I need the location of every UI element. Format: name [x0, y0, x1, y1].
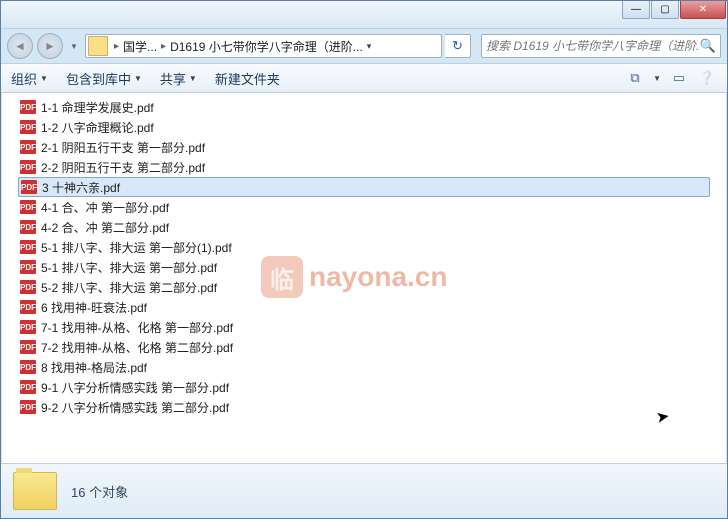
pdf-icon: PDF — [20, 340, 36, 354]
chevron-down-icon: ▼ — [189, 74, 197, 83]
list-item[interactable]: PDF 4-1 合、冲 第一部分.pdf — [18, 197, 710, 217]
organize-button[interactable]: 组织▼ — [11, 69, 48, 88]
pdf-icon: PDF — [20, 360, 36, 374]
list-item[interactable]: PDF 2-2 阴阳五行干支 第二部分.pdf — [18, 157, 710, 177]
list-item[interactable]: PDF 5-1 排八字、排大运 第一部分.pdf — [18, 257, 710, 277]
status-bar: 16 个对象 — [1, 463, 727, 518]
folder-icon — [13, 472, 57, 510]
new-folder-button[interactable]: 新建文件夹 — [215, 69, 280, 88]
pdf-icon: PDF — [20, 260, 36, 274]
pdf-icon: PDF — [20, 320, 36, 334]
pdf-icon: PDF — [20, 400, 36, 414]
nav-bar: ◄ ► ▼ ▸ 国学... ▸ D1619 小七带你学八字命理（进阶... ▾ … — [1, 29, 727, 63]
pdf-icon: PDF — [20, 300, 36, 314]
file-name: 7-2 找用神-从格、化格 第二部分.pdf — [41, 339, 233, 356]
pdf-icon: PDF — [20, 120, 36, 134]
help-button[interactable]: ❔ — [697, 68, 717, 88]
preview-pane-button[interactable]: ▭ — [669, 68, 689, 88]
status-count: 16 个对象 — [71, 482, 128, 501]
maximize-button[interactable]: ▢ — [651, 1, 679, 19]
share-button[interactable]: 共享▼ — [160, 69, 197, 88]
search-icon: 🔍 — [700, 38, 716, 54]
search-box[interactable]: 🔍 — [481, 34, 721, 58]
list-item[interactable]: PDF 1-1 命理学发展史.pdf — [18, 97, 710, 117]
list-item[interactable]: PDF 7-1 找用神-从格、化格 第一部分.pdf — [18, 317, 710, 337]
breadcrumb-sep-icon[interactable]: ▸ — [157, 41, 170, 52]
nav-history-dropdown[interactable]: ▼ — [67, 42, 81, 51]
chevron-down-icon[interactable]: ▼ — [653, 74, 661, 83]
minimize-button[interactable]: — — [622, 1, 650, 19]
pdf-icon: PDF — [20, 140, 36, 154]
breadcrumb-dropdown-icon[interactable]: ▾ — [363, 41, 376, 52]
refresh-button[interactable]: ↻ — [445, 34, 471, 58]
file-name: 5-1 排八字、排大运 第一部分(1).pdf — [41, 239, 232, 256]
folder-icon — [88, 36, 108, 56]
pdf-icon: PDF — [20, 280, 36, 294]
pdf-icon: PDF — [20, 380, 36, 394]
list-item[interactable]: PDF 9-2 八字分析情感实践 第二部分.pdf — [18, 397, 710, 417]
file-name: 2-1 阴阳五行干支 第一部分.pdf — [41, 139, 205, 156]
file-name: 4-2 合、冲 第二部分.pdf — [41, 219, 169, 236]
include-library-button[interactable]: 包含到库中▼ — [66, 69, 142, 88]
file-name: 1-2 八字命理概论.pdf — [41, 119, 154, 136]
back-button[interactable]: ◄ — [7, 33, 33, 59]
file-name: 8 找用神-格局法.pdf — [41, 359, 147, 376]
close-button[interactable]: ✕ — [680, 1, 726, 19]
toolbar: 组织▼ 包含到库中▼ 共享▼ 新建文件夹 ⧉ ▼ ▭ ❔ — [1, 63, 727, 93]
list-item[interactable]: PDF 4-2 合、冲 第二部分.pdf — [18, 217, 710, 237]
list-item[interactable]: PDF 5-2 排八字、排大运 第二部分.pdf — [18, 277, 710, 297]
file-name: 4-1 合、冲 第一部分.pdf — [41, 199, 169, 216]
pdf-icon: PDF — [20, 240, 36, 254]
chevron-down-icon: ▼ — [40, 74, 48, 83]
list-item[interactable]: PDF 8 找用神-格局法.pdf — [18, 357, 710, 377]
file-name: 6 找用神-旺衰法.pdf — [41, 299, 147, 316]
pdf-icon: PDF — [20, 220, 36, 234]
breadcrumb-sep-icon[interactable]: ▸ — [110, 41, 123, 52]
file-name: 7-1 找用神-从格、化格 第一部分.pdf — [41, 319, 233, 336]
chevron-down-icon: ▼ — [134, 74, 142, 83]
file-name: 5-2 排八字、排大运 第二部分.pdf — [41, 279, 217, 296]
list-item[interactable]: PDF 9-1 八字分析情感实践 第一部分.pdf — [18, 377, 710, 397]
list-item[interactable]: PDF 3 十神六亲.pdf — [18, 177, 710, 197]
breadcrumb-item[interactable]: 国学... — [123, 38, 157, 55]
titlebar: — ▢ ✕ — [1, 1, 727, 29]
pdf-icon: PDF — [20, 100, 36, 114]
pdf-icon: PDF — [20, 200, 36, 214]
list-item[interactable]: PDF 2-1 阴阳五行干支 第一部分.pdf — [18, 137, 710, 157]
file-name: 1-1 命理学发展史.pdf — [41, 99, 154, 116]
list-item[interactable]: PDF 5-1 排八字、排大运 第一部分(1).pdf — [18, 237, 710, 257]
search-input[interactable] — [486, 39, 700, 53]
file-name: 9-2 八字分析情感实践 第二部分.pdf — [41, 399, 229, 416]
file-name: 5-1 排八字、排大运 第一部分.pdf — [41, 259, 217, 276]
list-item[interactable]: PDF 7-2 找用神-从格、化格 第二部分.pdf — [18, 337, 710, 357]
list-item[interactable]: PDF 1-2 八字命理概论.pdf — [18, 117, 710, 137]
file-name: 2-2 阴阳五行干支 第二部分.pdf — [41, 159, 205, 176]
pdf-icon: PDF — [20, 160, 36, 174]
pdf-icon: PDF — [21, 180, 37, 194]
breadcrumb-item[interactable]: D1619 小七带你学八字命理（进阶... — [170, 38, 363, 55]
list-item[interactable]: PDF 6 找用神-旺衰法.pdf — [18, 297, 710, 317]
forward-button[interactable]: ► — [37, 33, 63, 59]
file-name: 3 十神六亲.pdf — [42, 179, 120, 196]
file-list[interactable]: PDF 1-1 命理学发展史.pdf PDF 1-2 八字命理概论.pdf PDF 2-1… — [1, 93, 727, 463]
view-options-button[interactable]: ⧉ — [625, 68, 645, 88]
file-name: 9-1 八字分析情感实践 第一部分.pdf — [41, 379, 229, 396]
breadcrumb[interactable]: ▸ 国学... ▸ D1619 小七带你学八字命理（进阶... ▾ — [85, 34, 442, 58]
